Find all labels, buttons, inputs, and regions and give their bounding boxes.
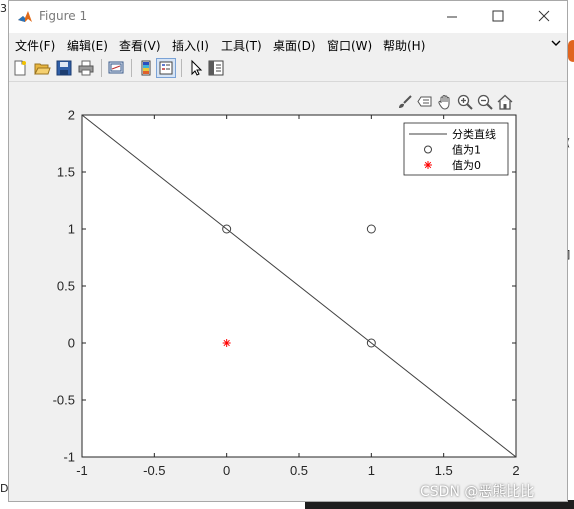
asterisk-marker-point [222,339,231,347]
menu-window[interactable]: 窗口(W) [327,37,372,54]
x-tick-label: 1.5 [435,463,453,478]
y-tick-label: 0.5 [57,279,75,294]
menu-overflow-icon[interactable] [551,38,561,48]
title-bar[interactable]: Figure 1 [9,1,567,33]
x-tick-label: -0.5 [143,463,165,478]
figure-window: Figure 1 文件(F) 编辑(E) 查看(V) 插入(I) 工具(T) 桌… [8,0,568,502]
new-figure-icon[interactable] [11,59,29,77]
menu-insert[interactable]: 插入(I) [172,37,209,54]
window-title: Figure 1 [39,9,88,23]
toolbar-separator [181,59,182,77]
y-tick-label: 1 [68,222,75,237]
insert-colorbar-icon[interactable] [137,59,155,77]
x-tick-label: 1 [368,463,375,478]
x-tick-label: -1 [76,463,88,478]
save-icon[interactable] [55,59,73,77]
figure-toolbar [9,55,567,82]
menu-tools[interactable]: 工具(T) [221,37,262,54]
open-file-icon[interactable] [33,59,51,77]
y-tick-label: -0.5 [53,393,75,408]
maximize-button[interactable] [475,1,521,33]
y-tick-label: 0 [68,336,75,351]
menu-bar: 文件(F) 编辑(E) 查看(V) 插入(I) 工具(T) 桌面(D) 窗口(W… [9,33,567,55]
matlab-logo-icon [17,9,33,25]
close-button[interactable] [521,1,567,33]
figure-canvas: -1 -0.5 0 0.5 1 1.5 2 2 1.5 1 0.5 0 -0.5 -1 分类直线 值为1 … [9,82,567,501]
x-tick-label: 0 [223,463,230,478]
watermark: CSDN @恶熊比比 [420,484,535,500]
desktop-background [0,0,8,509]
menu-desktop[interactable]: 桌面(D) [273,37,316,54]
legend-entry-line: 分类直线 [452,127,496,141]
plot-area[interactable]: -1 -0.5 0 0.5 1 1.5 2 2 1.5 1 0.5 0 -0.5 -1 分类直线 值为1 … [9,82,567,501]
menu-help[interactable]: 帮助(H) [383,37,425,54]
minimize-button[interactable] [429,1,475,33]
legend[interactable]: 分类直线 值为1 值为0 [403,122,509,176]
x-tick-label: 0.5 [290,463,308,478]
menu-edit[interactable]: 编辑(E) [67,37,108,54]
y-tick-label: 1.5 [57,165,75,180]
menu-view[interactable]: 查看(V) [119,37,161,54]
background-app-icon [568,40,574,62]
link-plot-icon[interactable] [107,59,125,77]
property-inspector-icon[interactable] [207,59,225,77]
legend-asterisk-sample [424,161,432,169]
toolbar-separator [101,59,102,77]
x-tick-label: 2 [512,463,519,478]
legend-entry-circle: 值为1 [452,144,481,157]
toolbar-separator [131,59,132,77]
print-icon[interactable] [77,59,95,77]
y-tick-label: -1 [63,450,75,465]
insert-legend-icon[interactable] [156,58,176,78]
legend-entry-asterisk: 值为0 [452,159,481,172]
menu-file[interactable]: 文件(F) [15,37,55,54]
y-tick-label: 2 [68,108,75,123]
background-text: 3 [0,2,7,15]
edit-plot-icon[interactable] [187,59,205,77]
